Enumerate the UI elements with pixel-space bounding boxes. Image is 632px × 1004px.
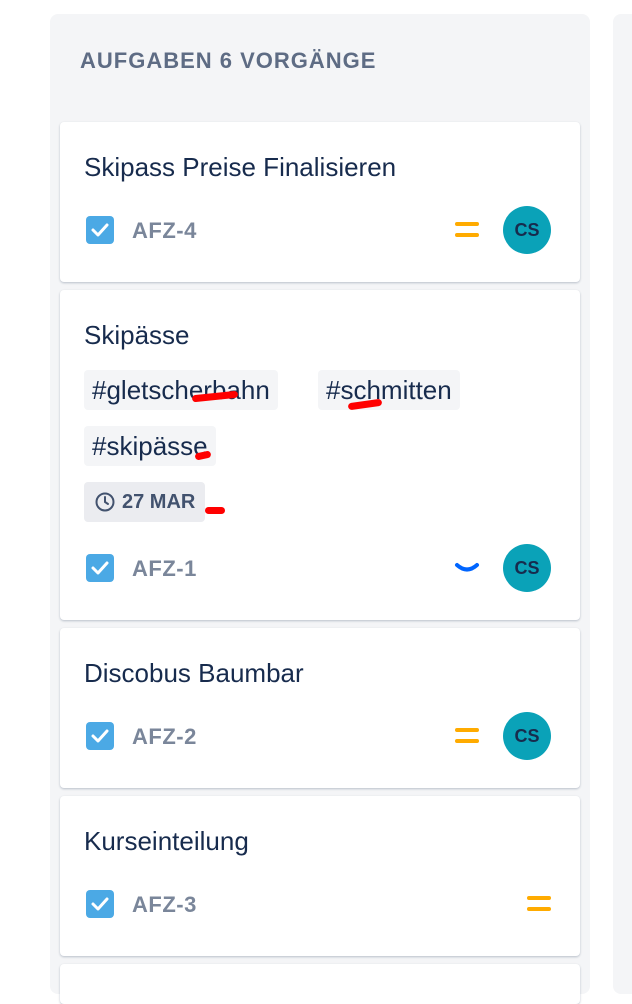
assignee-avatar[interactable]: CS xyxy=(503,206,551,254)
priority-medium-icon xyxy=(455,222,479,237)
issue-title: Skipässe xyxy=(84,320,190,350)
issue-title: Discobus Baumbar xyxy=(84,658,304,688)
issue-type-task-icon xyxy=(86,722,114,750)
issue-type-task-icon xyxy=(86,216,114,244)
assignee-avatar[interactable]: CS xyxy=(503,712,551,760)
assignee-avatar[interactable]: CS xyxy=(503,544,551,592)
issue-type-task-icon xyxy=(86,890,114,918)
board-column-next xyxy=(613,14,632,994)
label-skipaesse[interactable]: #skipässe xyxy=(84,426,216,466)
priority-medium-icon xyxy=(455,728,479,743)
issue-card-afz-1[interactable]: Skipässe #gletscherbahn #schmitten #skip… xyxy=(60,290,580,620)
issue-card-afz-4[interactable]: Skipass Preise Finalisieren AFZ-4 CS xyxy=(60,122,580,282)
due-date-text: 27 MAR xyxy=(122,490,196,513)
issue-key[interactable]: AFZ-4 xyxy=(132,218,197,244)
priority-medium-icon xyxy=(527,896,551,911)
issue-key[interactable]: AFZ-3 xyxy=(132,892,197,918)
due-date-badge: 27 MAR xyxy=(84,482,206,522)
label-gletscherbahn[interactable]: #gletscherbahn xyxy=(84,370,278,410)
issue-key[interactable]: AFZ-1 xyxy=(132,556,197,582)
issue-title: Kurseinteilung xyxy=(84,826,249,856)
issue-card-afz-2[interactable]: Discobus Baumbar AFZ-2 CS xyxy=(60,628,580,788)
label-schmitten[interactable]: #schmitten xyxy=(318,370,460,410)
annotation-mark xyxy=(205,507,225,514)
issue-card-afz-3[interactable]: Kurseinteilung AFZ-3 xyxy=(60,796,580,956)
clock-icon xyxy=(95,492,115,512)
column-header: AUFGABEN 6 VORGÄNGE xyxy=(80,48,377,73)
issue-card-partial[interactable] xyxy=(60,964,580,1004)
issue-title: Skipass Preise Finalisieren xyxy=(84,152,397,182)
priority-low-icon xyxy=(455,563,479,572)
issue-type-task-icon xyxy=(86,554,114,582)
issue-key[interactable]: AFZ-2 xyxy=(132,724,197,750)
